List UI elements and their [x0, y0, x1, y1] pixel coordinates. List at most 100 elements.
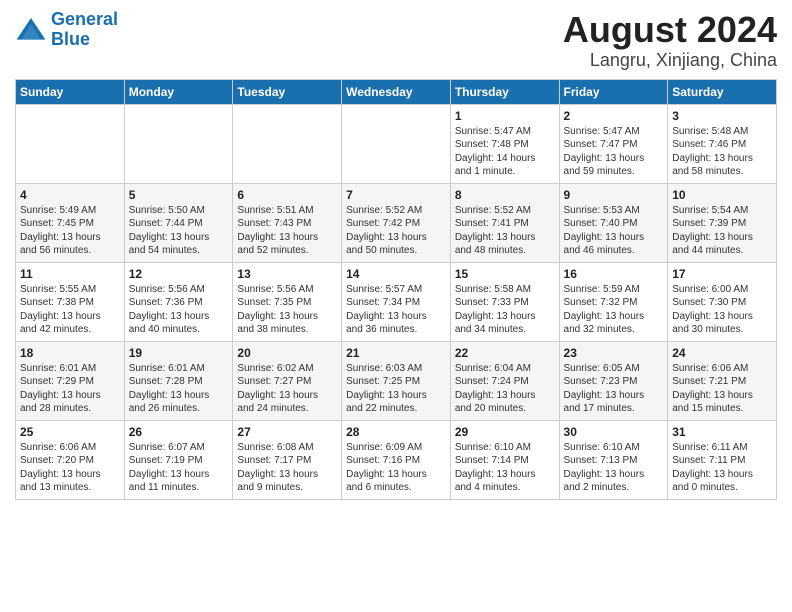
calendar-cell: 23 Sunrise: 6:05 AMSunset: 7:23 PMDayligh…	[559, 341, 668, 420]
day-number: 11	[20, 267, 120, 281]
page-subtitle: Langru, Xinjiang, China	[563, 50, 777, 71]
calendar-week-row: 11 Sunrise: 5:55 AMSunset: 7:38 PMDayligh…	[16, 262, 777, 341]
calendar-cell: 24Sunrise: 6:06 AMSunset: 7:21 PMDayligh…	[668, 341, 777, 420]
calendar-week-row: 25 Sunrise: 6:06 AMSunset: 7:20 PMDayligh…	[16, 420, 777, 499]
day-info: Sunrise: 6:10 AMSunset: 7:14 PMDaylight:…	[455, 441, 555, 495]
day-info: Sunrise: 6:07 AMSunset: 7:19 PMDaylight:…	[129, 441, 229, 495]
title-block: August 2024 Langru, Xinjiang, China	[563, 10, 777, 71]
day-info: Sunrise: 6:00 AMSunset: 7:30 PMDaylight:…	[672, 283, 772, 337]
day-info: Sunrise: 5:50 AMSunset: 7:44 PMDaylight:…	[129, 204, 229, 258]
weekday-header: Friday	[559, 79, 668, 104]
day-info: Sunrise: 5:52 AMSunset: 7:42 PMDaylight:…	[346, 204, 446, 258]
day-info: Sunrise: 6:10 AMSunset: 7:13 PMDaylight:…	[564, 441, 664, 495]
day-number: 23	[564, 346, 664, 360]
day-number: 12	[129, 267, 229, 281]
calendar-cell: 7Sunrise: 5:52 AMSunset: 7:42 PMDaylight…	[342, 183, 451, 262]
day-number: 5	[129, 188, 229, 202]
calendar-cell: 16 Sunrise: 5:59 AMSunset: 7:32 PMDayligh…	[559, 262, 668, 341]
day-info: Sunrise: 6:02 AMSunset: 7:27 PMDaylight:…	[237, 362, 337, 416]
calendar-cell: 9Sunrise: 5:53 AMSunset: 7:40 PMDaylight…	[559, 183, 668, 262]
day-info: Sunrise: 5:56 AMSunset: 7:35 PMDaylight:…	[237, 283, 337, 337]
day-number: 24	[672, 346, 772, 360]
day-number: 17	[672, 267, 772, 281]
calendar-cell: 4 Sunrise: 5:49 AMSunset: 7:45 PMDaylight…	[16, 183, 125, 262]
calendar-cell: 29 Sunrise: 6:10 AMSunset: 7:14 PMDayligh…	[450, 420, 559, 499]
day-info: Sunrise: 6:01 AMSunset: 7:29 PMDaylight:…	[20, 362, 120, 416]
day-info: Sunrise: 5:49 AMSunset: 7:45 PMDaylight:…	[20, 204, 120, 258]
calendar-cell: 14 Sunrise: 5:57 AMSunset: 7:34 PMDayligh…	[342, 262, 451, 341]
page-title: August 2024	[563, 10, 777, 50]
day-number: 1	[455, 109, 555, 123]
day-info: Sunrise: 5:47 AMSunset: 7:48 PMDaylight:…	[455, 125, 555, 179]
calendar-cell: 15Sunrise: 5:58 AMSunset: 7:33 PMDayligh…	[450, 262, 559, 341]
day-info: Sunrise: 5:51 AMSunset: 7:43 PMDaylight:…	[237, 204, 337, 258]
weekday-header: Wednesday	[342, 79, 451, 104]
calendar-table: SundayMondayTuesdayWednesdayThursdayFrid…	[15, 79, 777, 500]
calendar-cell	[16, 104, 125, 183]
calendar-cell: 1 Sunrise: 5:47 AMSunset: 7:48 PMDaylight…	[450, 104, 559, 183]
day-info: Sunrise: 6:05 AMSunset: 7:23 PMDaylight:…	[564, 362, 664, 416]
day-info: Sunrise: 6:11 AMSunset: 7:11 PMDaylight:…	[672, 441, 772, 495]
calendar-cell: 6 Sunrise: 5:51 AMSunset: 7:43 PMDaylight…	[233, 183, 342, 262]
calendar-cell: 25 Sunrise: 6:06 AMSunset: 7:20 PMDayligh…	[16, 420, 125, 499]
calendar-cell: 22 Sunrise: 6:04 AMSunset: 7:24 PMDayligh…	[450, 341, 559, 420]
calendar-cell: 30 Sunrise: 6:10 AMSunset: 7:13 PMDayligh…	[559, 420, 668, 499]
calendar-cell: 26Sunrise: 6:07 AMSunset: 7:19 PMDayligh…	[124, 420, 233, 499]
weekday-header: Sunday	[16, 79, 125, 104]
page-header: General Blue August 2024 Langru, Xinjian…	[15, 10, 777, 71]
calendar-cell: 10Sunrise: 5:54 AMSunset: 7:39 PMDayligh…	[668, 183, 777, 262]
calendar-week-row: 18 Sunrise: 6:01 AMSunset: 7:29 PMDayligh…	[16, 341, 777, 420]
calendar-cell: 5 Sunrise: 5:50 AMSunset: 7:44 PMDaylight…	[124, 183, 233, 262]
day-number: 25	[20, 425, 120, 439]
calendar-week-row: 4 Sunrise: 5:49 AMSunset: 7:45 PMDaylight…	[16, 183, 777, 262]
day-number: 4	[20, 188, 120, 202]
day-info: Sunrise: 6:01 AMSunset: 7:28 PMDaylight:…	[129, 362, 229, 416]
calendar-cell	[124, 104, 233, 183]
calendar-cell	[342, 104, 451, 183]
day-info: Sunrise: 6:08 AMSunset: 7:17 PMDaylight:…	[237, 441, 337, 495]
day-info: Sunrise: 6:04 AMSunset: 7:24 PMDaylight:…	[455, 362, 555, 416]
day-info: Sunrise: 5:48 AMSunset: 7:46 PMDaylight:…	[672, 125, 772, 179]
day-info: Sunrise: 5:56 AMSunset: 7:36 PMDaylight:…	[129, 283, 229, 337]
day-info: Sunrise: 6:06 AMSunset: 7:20 PMDaylight:…	[20, 441, 120, 495]
day-info: Sunrise: 6:03 AMSunset: 7:25 PMDaylight:…	[346, 362, 446, 416]
calendar-cell: 27Sunrise: 6:08 AMSunset: 7:17 PMDayligh…	[233, 420, 342, 499]
logo: General Blue	[15, 10, 118, 50]
day-number: 30	[564, 425, 664, 439]
day-number: 29	[455, 425, 555, 439]
day-info: Sunrise: 5:58 AMSunset: 7:33 PMDaylight:…	[455, 283, 555, 337]
day-number: 16	[564, 267, 664, 281]
day-number: 18	[20, 346, 120, 360]
calendar-cell: 13 Sunrise: 5:56 AMSunset: 7:35 PMDayligh…	[233, 262, 342, 341]
day-number: 21	[346, 346, 446, 360]
day-info: Sunrise: 6:09 AMSunset: 7:16 PMDaylight:…	[346, 441, 446, 495]
day-number: 13	[237, 267, 337, 281]
calendar-week-row: 1 Sunrise: 5:47 AMSunset: 7:48 PMDaylight…	[16, 104, 777, 183]
day-info: Sunrise: 5:59 AMSunset: 7:32 PMDaylight:…	[564, 283, 664, 337]
day-info: Sunrise: 5:54 AMSunset: 7:39 PMDaylight:…	[672, 204, 772, 258]
day-info: Sunrise: 5:52 AMSunset: 7:41 PMDaylight:…	[455, 204, 555, 258]
weekday-header: Thursday	[450, 79, 559, 104]
calendar-cell: 19 Sunrise: 6:01 AMSunset: 7:28 PMDayligh…	[124, 341, 233, 420]
calendar-cell: 12 Sunrise: 5:56 AMSunset: 7:36 PMDayligh…	[124, 262, 233, 341]
day-number: 14	[346, 267, 446, 281]
day-info: Sunrise: 5:57 AMSunset: 7:34 PMDaylight:…	[346, 283, 446, 337]
weekday-header: Monday	[124, 79, 233, 104]
day-number: 28	[346, 425, 446, 439]
calendar-cell: 18 Sunrise: 6:01 AMSunset: 7:29 PMDayligh…	[16, 341, 125, 420]
calendar-cell: 31Sunrise: 6:11 AMSunset: 7:11 PMDayligh…	[668, 420, 777, 499]
calendar-cell: 8Sunrise: 5:52 AMSunset: 7:41 PMDaylight…	[450, 183, 559, 262]
calendar-cell: 2Sunrise: 5:47 AMSunset: 7:47 PMDaylight…	[559, 104, 668, 183]
day-info: Sunrise: 5:55 AMSunset: 7:38 PMDaylight:…	[20, 283, 120, 337]
day-number: 3	[672, 109, 772, 123]
day-number: 19	[129, 346, 229, 360]
logo-icon	[15, 14, 47, 46]
day-number: 20	[237, 346, 337, 360]
day-number: 6	[237, 188, 337, 202]
calendar-cell: 11 Sunrise: 5:55 AMSunset: 7:38 PMDayligh…	[16, 262, 125, 341]
calendar-cell: 21 Sunrise: 6:03 AMSunset: 7:25 PMDayligh…	[342, 341, 451, 420]
day-number: 2	[564, 109, 664, 123]
day-number: 22	[455, 346, 555, 360]
calendar-cell: 17 Sunrise: 6:00 AMSunset: 7:30 PMDayligh…	[668, 262, 777, 341]
calendar-cell: 20 Sunrise: 6:02 AMSunset: 7:27 PMDayligh…	[233, 341, 342, 420]
